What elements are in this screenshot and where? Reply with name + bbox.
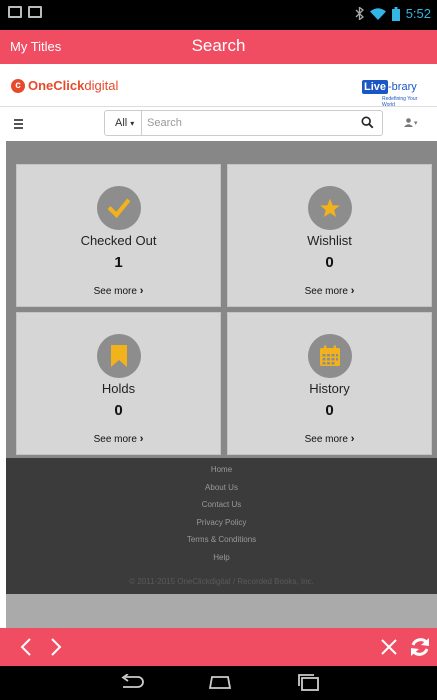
search-bar-row: All ▾ ▾ [0, 106, 437, 141]
card-checked-out[interactable]: Checked Out 1 See more › [16, 164, 221, 307]
system-recents-icon[interactable] [296, 674, 322, 691]
system-navigation-bar [0, 666, 437, 700]
card-count: 0 [325, 254, 334, 271]
see-more-link[interactable]: See more › [228, 285, 431, 297]
checkmark-icon [108, 198, 130, 219]
site-header: c OneClick digital Live -brary Redefining… [0, 64, 437, 108]
card-history[interactable]: History 0 See more › [227, 312, 432, 455]
app-title: Search [191, 36, 246, 55]
wifi-icon [369, 7, 386, 20]
browser-toolbar [0, 628, 437, 666]
back-arrow-icon[interactable] [20, 637, 32, 657]
menu-icon[interactable] [14, 119, 23, 131]
chevron-right-icon: › [139, 433, 144, 445]
copyright-text: © 2011-2015 OneClickdigital / Recorded B… [129, 577, 314, 586]
footer-link-help[interactable]: Help [6, 549, 437, 567]
system-back-icon[interactable] [118, 674, 146, 690]
footer-links: Home About Us Contact Us Privacy Policy … [6, 458, 437, 566]
card-holds[interactable]: Holds 0 See more › [16, 312, 221, 455]
forward-arrow-icon[interactable] [50, 637, 62, 657]
app-bar: My Titles Search [0, 30, 437, 64]
logo-mark-icon: c [11, 78, 25, 93]
see-more-link[interactable]: See more › [17, 433, 220, 445]
card-label: Checked Out [80, 233, 157, 248]
gallery-icon [28, 6, 42, 18]
card-label: History [309, 381, 350, 396]
site-footer: Home About Us Contact Us Privacy Policy … [6, 458, 437, 594]
webview: c OneClick digital Live -brary Redefining… [0, 64, 437, 628]
footer-link-privacy-policy[interactable]: Privacy Policy [6, 514, 437, 532]
refresh-icon[interactable] [409, 636, 431, 658]
star-icon [320, 198, 340, 217]
status-bar: 5:52 [0, 0, 437, 30]
chevron-right-icon: › [139, 285, 144, 297]
footer-link-contact-us[interactable]: Contact Us [6, 496, 437, 514]
footer-link-home[interactable]: Home [6, 461, 437, 479]
bluetooth-icon [355, 7, 364, 20]
search-scope-dropdown[interactable]: All ▾ [105, 111, 142, 135]
card-count: 0 [114, 402, 123, 419]
user-menu-button[interactable]: ▾ [404, 118, 418, 127]
caret-down-icon: ▾ [414, 119, 418, 127]
chevron-right-icon: › [350, 285, 355, 297]
system-home-icon[interactable] [206, 674, 234, 690]
search-box: All ▾ [104, 110, 383, 136]
card-count: 1 [114, 254, 123, 271]
calendar-icon [320, 345, 340, 366]
search-icon[interactable] [361, 116, 374, 129]
chevron-right-icon: › [350, 433, 355, 445]
search-input[interactable] [147, 114, 347, 132]
footer-link-terms[interactable]: Terms & Conditions [6, 531, 437, 549]
caret-down-icon: ▾ [130, 119, 135, 128]
oneclickdigital-logo[interactable]: c OneClick digital [11, 78, 118, 93]
see-more-link[interactable]: See more › [17, 285, 220, 297]
footer-link-about-us[interactable]: About Us [6, 479, 437, 497]
livebrary-logo[interactable]: Live -brary Redefining Your World [362, 77, 430, 108]
card-wishlist[interactable]: Wishlist 0 See more › [227, 164, 432, 307]
card-label: Wishlist [307, 233, 352, 248]
bookmark-icon [111, 345, 127, 367]
page-bottom-spacer [6, 594, 437, 628]
see-more-link[interactable]: See more › [228, 433, 431, 445]
clock: 5:52 [405, 6, 431, 21]
card-count: 0 [325, 402, 334, 419]
battery-icon [391, 6, 400, 21]
screenshot-icon [8, 6, 22, 18]
user-icon [404, 118, 413, 127]
dashboard-panel: Checked Out 1 See more › Wishlist 0 See … [6, 141, 437, 458]
card-label: Holds [101, 381, 136, 396]
close-icon[interactable] [380, 638, 398, 656]
